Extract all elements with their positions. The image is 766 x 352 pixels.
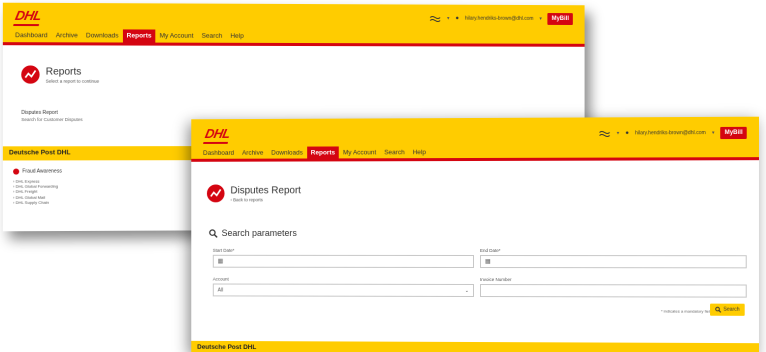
header-right: ▾ ● hilary.hendriks-brown@dhl.com ▾ MyBi… xyxy=(598,126,747,140)
header-bar: DHL ▾ ● hilary.hendriks-brown@dhl.com ▾ … xyxy=(191,116,759,162)
chevron-down-icon[interactable]: ▾ xyxy=(539,16,541,22)
page-heading: Reports Select a report to continue xyxy=(21,65,100,84)
mandatory-note: * indicates a mandatory field xyxy=(661,308,713,314)
search-parameters-heading: Search parameters xyxy=(209,228,297,238)
user-email[interactable]: hilary.hendriks-brown@dhl.com xyxy=(465,16,534,22)
fraud-awareness[interactable]: Fraud Awareness xyxy=(13,168,62,175)
nav-help[interactable]: Help xyxy=(226,30,247,43)
account-label: Account xyxy=(212,276,229,282)
nav-dashboard[interactable]: Dashboard xyxy=(11,29,52,42)
invoice-number-input[interactable] xyxy=(479,284,747,298)
waves-icon[interactable] xyxy=(429,15,441,23)
footer-link[interactable]: › DHL Supply Chain xyxy=(13,200,58,205)
account-value: All xyxy=(217,286,224,293)
reports-icon xyxy=(21,65,40,84)
end-date-label: End Date* xyxy=(479,248,501,254)
start-date-field[interactable]: ▦ xyxy=(212,254,474,269)
reports-icon xyxy=(206,184,225,203)
nav-search[interactable]: Search xyxy=(198,30,227,43)
footer-links: › DHL Express › DHL Global Forwarding › … xyxy=(13,179,58,205)
alert-icon xyxy=(13,168,20,175)
waves-icon[interactable] xyxy=(598,129,610,137)
dhl-logo[interactable]: DHL xyxy=(203,126,232,144)
invoice-number-label: Invoice Number xyxy=(479,277,512,283)
user-email[interactable]: hilary.hendriks-brown@dhl.com xyxy=(635,130,706,136)
header-bar: DHL ▾ ● hilary.hendriks-brown@dhl.com ▾ … xyxy=(2,2,585,47)
footer-brand: Deutsche Post DHL xyxy=(8,149,71,157)
chevron-down-icon[interactable]: ▾ xyxy=(617,130,620,136)
search-icon xyxy=(209,229,218,238)
calendar-icon[interactable]: ▦ xyxy=(218,258,224,265)
header-right: ▾ ● hilary.hendriks-brown@dhl.com ▾ MyBi… xyxy=(429,13,573,25)
nav-my-account[interactable]: My Account xyxy=(156,30,198,43)
chevron-down-icon[interactable]: ⌄ xyxy=(465,287,469,293)
fraud-label[interactable]: Fraud Awareness xyxy=(22,168,62,174)
nav-archive[interactable]: Archive xyxy=(52,29,82,42)
screenshot-stage: DHL ▾ ● hilary.hendriks-brown@dhl.com ▾ … xyxy=(0,0,766,352)
main-nav: Dashboard Archive Downloads Reports My A… xyxy=(11,29,248,43)
user-icon: ● xyxy=(625,130,629,137)
page-title: Reports xyxy=(45,66,82,78)
page-heading: Disputes Report ‹ Back to reports xyxy=(206,184,301,203)
user-icon: ● xyxy=(455,15,459,22)
disputes-report-link[interactable]: Disputes Report xyxy=(21,110,58,116)
chevron-down-icon[interactable]: ▾ xyxy=(712,130,715,136)
mybill-button[interactable]: MyBill xyxy=(547,13,573,25)
start-date-label: Start Date* xyxy=(212,247,235,253)
mybill-button[interactable]: MyBill xyxy=(720,126,747,140)
page-subtitle: Select a report to continue xyxy=(45,78,100,84)
search-button[interactable]: Search xyxy=(710,303,745,316)
account-select[interactable]: All ⌄ xyxy=(212,283,474,298)
nav-downloads[interactable]: Downloads xyxy=(82,29,123,42)
nav-reports[interactable]: Reports xyxy=(122,29,156,43)
disputes-report-description: Search for Customer Disputes xyxy=(21,117,83,123)
footer-brand: Deutsche Post DHL xyxy=(197,343,257,352)
nav-underline xyxy=(2,42,585,47)
end-date-field[interactable]: ▦ xyxy=(479,255,747,269)
chevron-down-icon[interactable]: ▾ xyxy=(447,16,449,22)
page-title: Disputes Report xyxy=(230,184,301,196)
footer-band: Deutsche Post DHL xyxy=(191,340,759,352)
nav-underline xyxy=(191,157,759,162)
disputes-window: DHL ▾ ● hilary.hendriks-brown@dhl.com ▾ … xyxy=(191,116,759,352)
search-icon xyxy=(715,307,721,313)
dhl-logo[interactable]: DHL xyxy=(13,8,43,26)
calendar-icon[interactable]: ▦ xyxy=(485,258,491,265)
back-link[interactable]: ‹ Back to reports xyxy=(230,197,301,202)
